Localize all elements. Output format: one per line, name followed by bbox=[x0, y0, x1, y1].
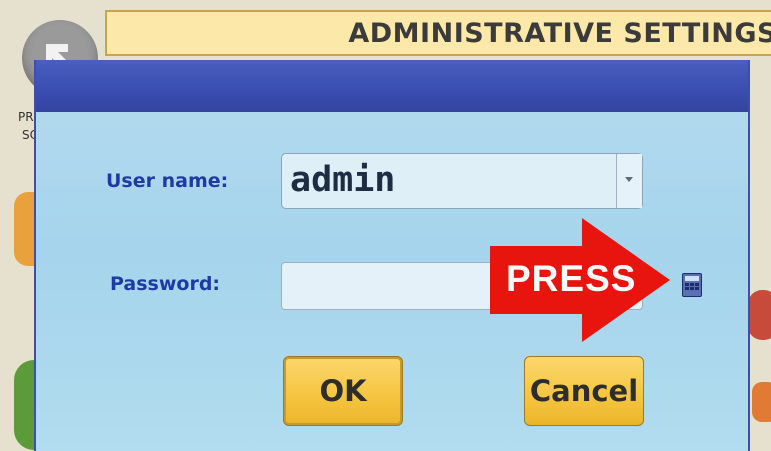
dropdown-toggle[interactable] bbox=[616, 154, 642, 208]
username-dropdown[interactable]: admin bbox=[281, 153, 643, 209]
chevron-down-icon bbox=[625, 177, 633, 182]
side-menu-button[interactable] bbox=[752, 382, 771, 422]
press-callout-text: PRESS bbox=[506, 258, 637, 299]
keyboard-icon[interactable] bbox=[682, 273, 702, 297]
username-value: admin bbox=[290, 160, 396, 200]
password-label: Password: bbox=[110, 273, 221, 295]
dialog-title-bar bbox=[36, 60, 748, 112]
cancel-button[interactable]: Cancel bbox=[524, 356, 644, 426]
ok-button[interactable]: OK bbox=[283, 356, 403, 426]
settings-header: ADMINISTRATIVE SETTINGS bbox=[105, 10, 771, 56]
side-menu-button[interactable] bbox=[748, 290, 771, 340]
username-label: User name: bbox=[106, 170, 229, 192]
page-title: ADMINISTRATIVE SETTINGS bbox=[348, 18, 771, 49]
